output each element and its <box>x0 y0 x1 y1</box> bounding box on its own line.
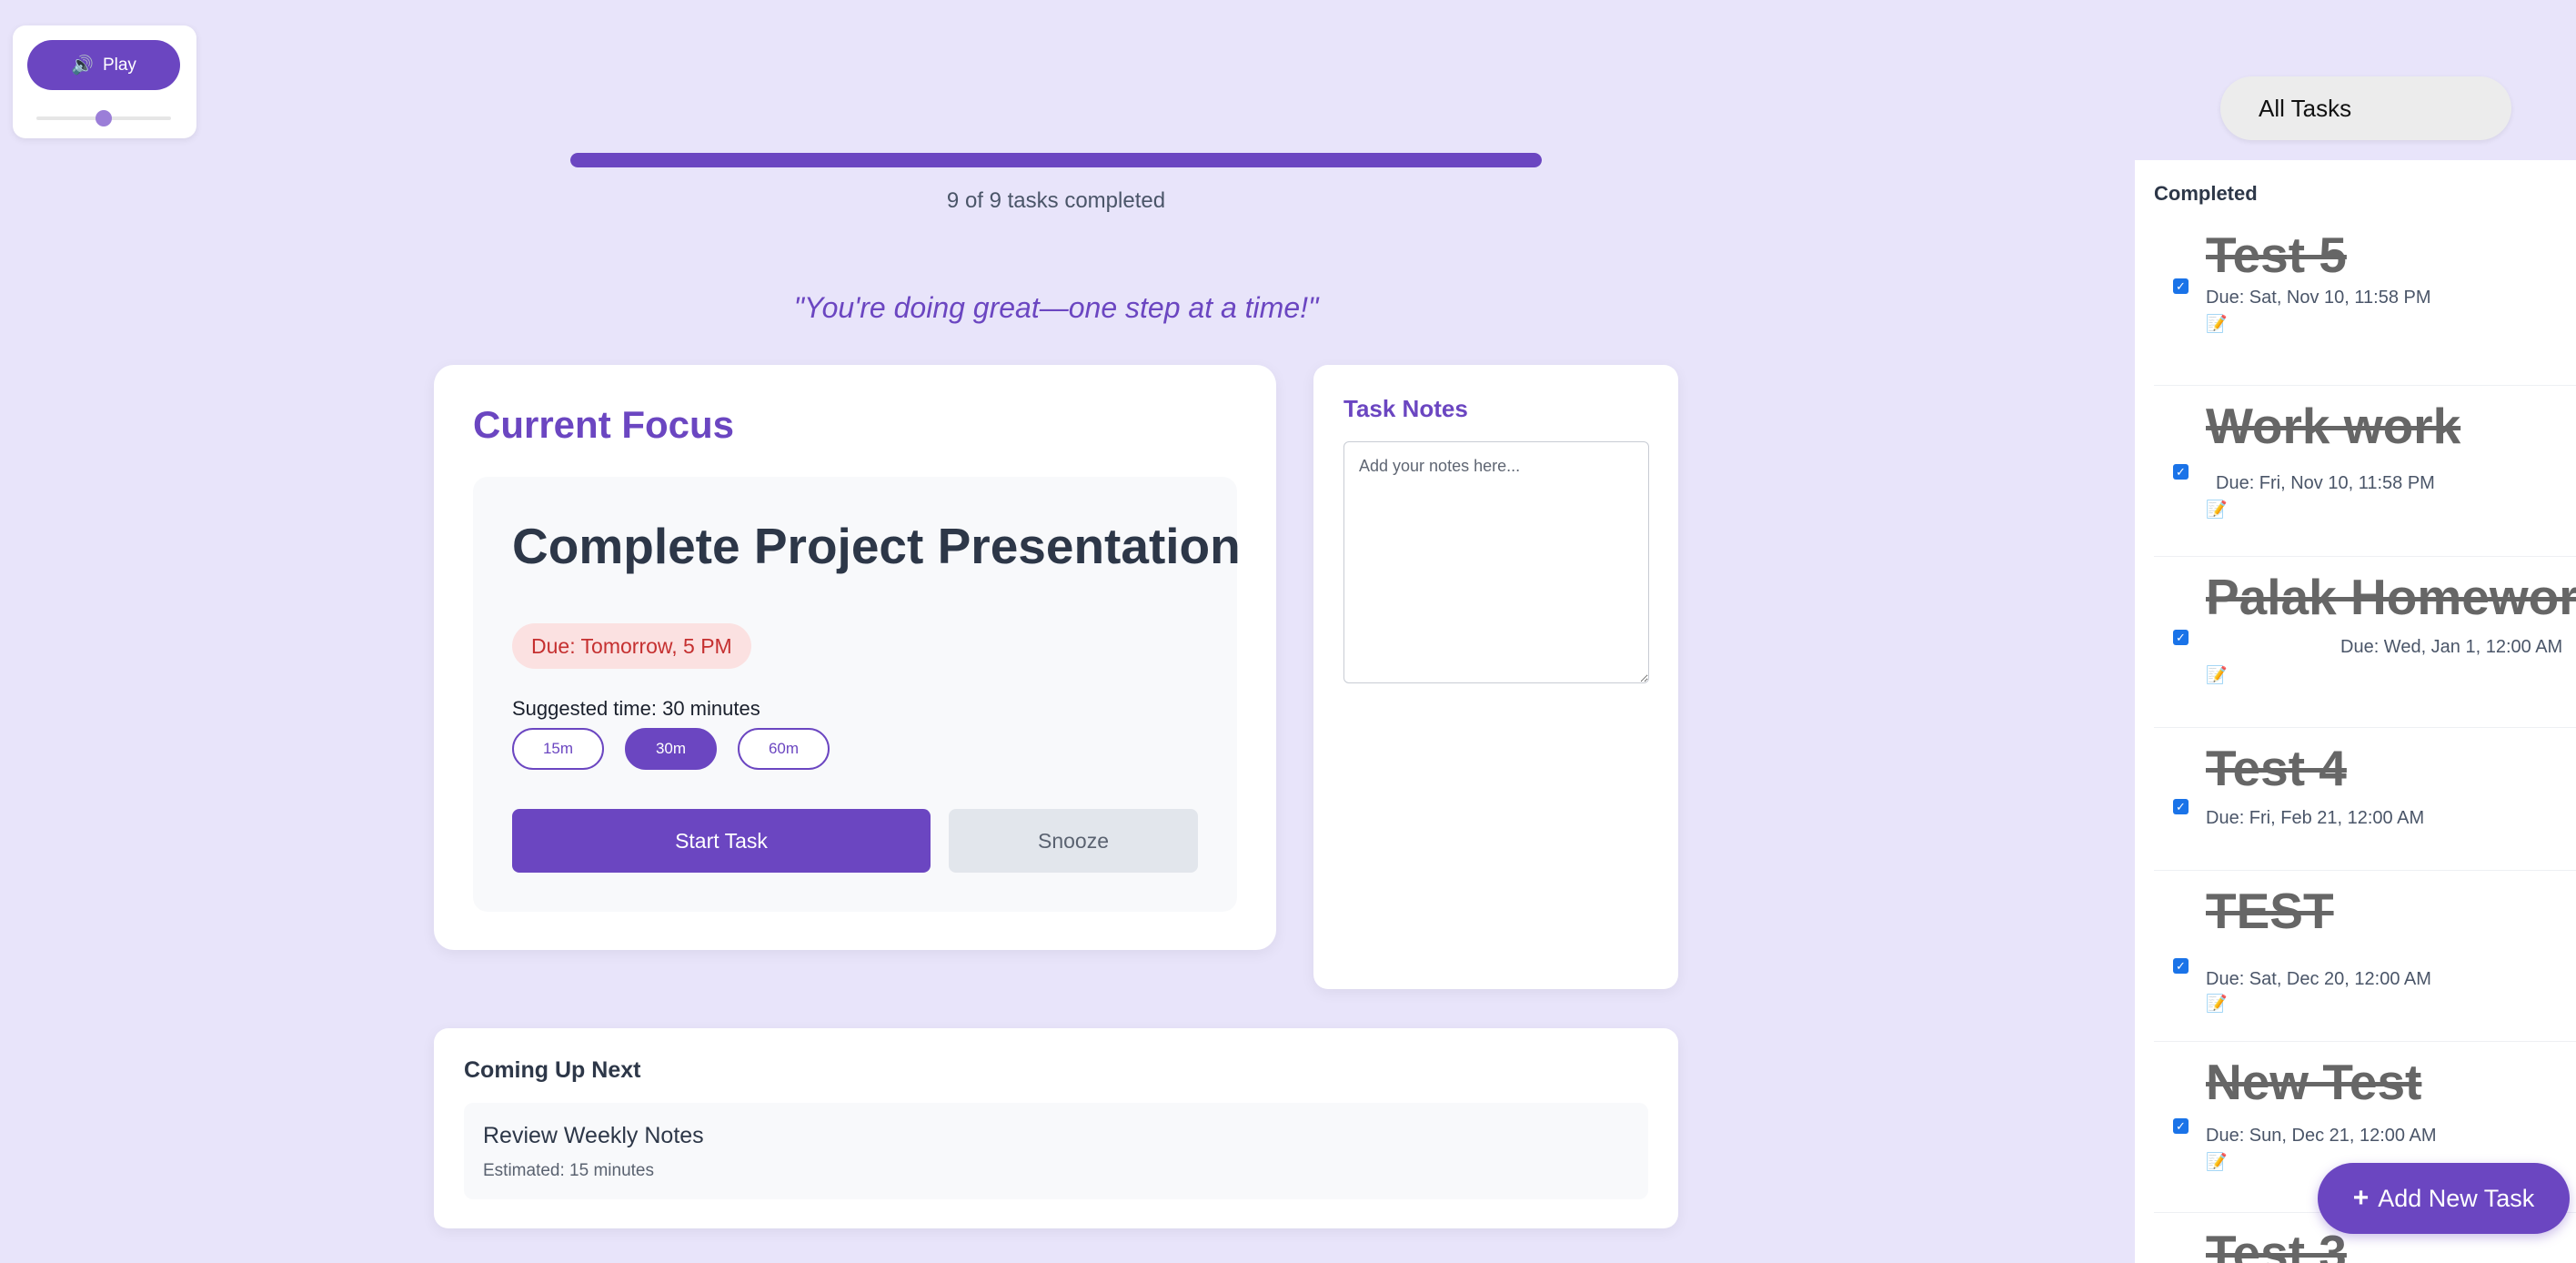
volume-slider-handle[interactable] <box>96 110 112 126</box>
task-due-date: Due: Fri, Feb 21, 12:00 AM <box>2206 808 2425 828</box>
note-icon[interactable]: 📝 <box>2206 664 2228 686</box>
next-task-title: Review Weekly Notes <box>483 1123 704 1148</box>
note-icon[interactable]: 📝 <box>2206 313 2228 335</box>
current-focus-card: Current Focus Complete Project Presentat… <box>434 365 1276 950</box>
task-checkbox[interactable]: ✓ <box>2173 630 2189 645</box>
current-focus-title: Current Focus <box>473 403 735 446</box>
coming-up-next-card: Coming Up Next Review Weekly Notes Estim… <box>434 1028 1678 1228</box>
task-notes-card: Task Notes <box>1313 365 1678 989</box>
play-button[interactable]: 🔊 Play <box>27 40 180 90</box>
suggested-time: Suggested time: 30 minutes <box>512 697 760 720</box>
list-item[interactable]: ✓ Test 5 Due: Sat, Nov 10, 11:58 PM 📝 <box>2154 215 2576 386</box>
next-task-item[interactable]: Review Weekly Notes Estimated: 15 minute… <box>464 1103 1648 1199</box>
task-name: Test 4 <box>2206 740 2347 796</box>
note-icon[interactable]: 📝 <box>2206 499 2228 520</box>
task-name: Test 5 <box>2206 227 2347 283</box>
notes-textarea[interactable] <box>1343 441 1649 683</box>
plus-icon: + <box>2352 1183 2370 1213</box>
note-icon[interactable]: 📝 <box>2206 993 2228 1015</box>
next-task-estimate: Estimated: 15 minutes <box>483 1161 654 1180</box>
task-name: New Test <box>2206 1054 2422 1110</box>
list-item[interactable]: ✓ Work work Due: Fri, Nov 10, 11:58 PM 📝 <box>2154 386 2576 557</box>
time-option-60m[interactable]: 60m <box>738 728 830 770</box>
time-option-30m[interactable]: 30m <box>625 728 717 770</box>
task-checkbox[interactable]: ✓ <box>2173 1118 2189 1134</box>
task-sidebar: Completed ✓ Test 5 Due: Sat, Nov 10, 11:58… <box>2135 160 2576 1263</box>
note-icon[interactable]: 📝 <box>2206 1151 2228 1173</box>
task-due-date: Due: Fri, Nov 10, 11:58 PM <box>2216 473 2435 493</box>
progress-bar-fill <box>570 153 1542 167</box>
motivational-quote: "You're doing great—one step at a time!" <box>793 291 1319 324</box>
list-item[interactable]: ✓ Palak Homework Due: Wed, Jan 1, 12:00 AM… <box>2154 557 2576 728</box>
time-options: 15m 30m 60m <box>512 728 830 770</box>
task-checkbox[interactable]: ✓ <box>2173 278 2189 294</box>
task-name: TEST <box>2206 883 2334 939</box>
completed-task-list: ✓ Test 5 Due: Sat, Nov 10, 11:58 PM 📝 ✓ Work … <box>2154 215 2576 1263</box>
due-badge: Due: Tomorrow, 5 PM <box>512 623 751 669</box>
start-task-button[interactable]: Start Task <box>512 809 931 873</box>
progress-text: 9 of 9 tasks completed <box>946 188 1166 213</box>
focus-task-panel: Complete Project Presentation Due: Tomor… <box>473 477 1241 912</box>
task-checkbox[interactable]: ✓ <box>2173 464 2189 480</box>
time-option-15m[interactable]: 15m <box>512 728 604 770</box>
music-widget: 🔊 Play <box>13 25 196 138</box>
task-due-date: Due: Sat, Dec 20, 12:00 AM <box>2206 969 2431 989</box>
progress-bar <box>570 153 1542 167</box>
play-label: Play <box>102 55 136 75</box>
snooze-button[interactable]: Snooze <box>949 809 1198 873</box>
task-name: Test 3 <box>2206 1225 2347 1263</box>
list-item[interactable]: ✓ Test 4 Due: Fri, Feb 21, 12:00 AM <box>2154 728 2576 871</box>
task-filter-select[interactable]: All Tasks <box>2220 76 2511 140</box>
add-new-task-label: Add New Task <box>2378 1184 2535 1212</box>
speaker-icon: 🔊 <box>71 56 94 76</box>
focus-task-title: Complete Project Presentation <box>512 518 1241 574</box>
task-notes-title: Task Notes <box>1343 395 1468 422</box>
add-new-task-button[interactable]: + Add New Task <box>2318 1163 2570 1234</box>
task-due-date: Due: Sun, Dec 21, 12:00 AM <box>2206 1126 2437 1146</box>
task-due-date: Due: Sat, Nov 10, 11:58 PM <box>2206 288 2431 308</box>
task-name: Palak Homework <box>2206 569 2576 625</box>
task-name: Work work <box>2206 398 2461 454</box>
task-checkbox[interactable]: ✓ <box>2173 958 2189 974</box>
task-checkbox[interactable]: ✓ <box>2173 799 2189 814</box>
task-due-date: Due: Wed, Jan 1, 12:00 AM <box>2340 637 2563 657</box>
volume-slider[interactable] <box>36 110 171 126</box>
completed-section-label: Completed <box>2154 182 2258 205</box>
coming-up-next-title: Coming Up Next <box>464 1057 641 1083</box>
list-item[interactable]: ✓ TEST Due: Sat, Dec 20, 12:00 AM 📝 <box>2154 871 2576 1042</box>
